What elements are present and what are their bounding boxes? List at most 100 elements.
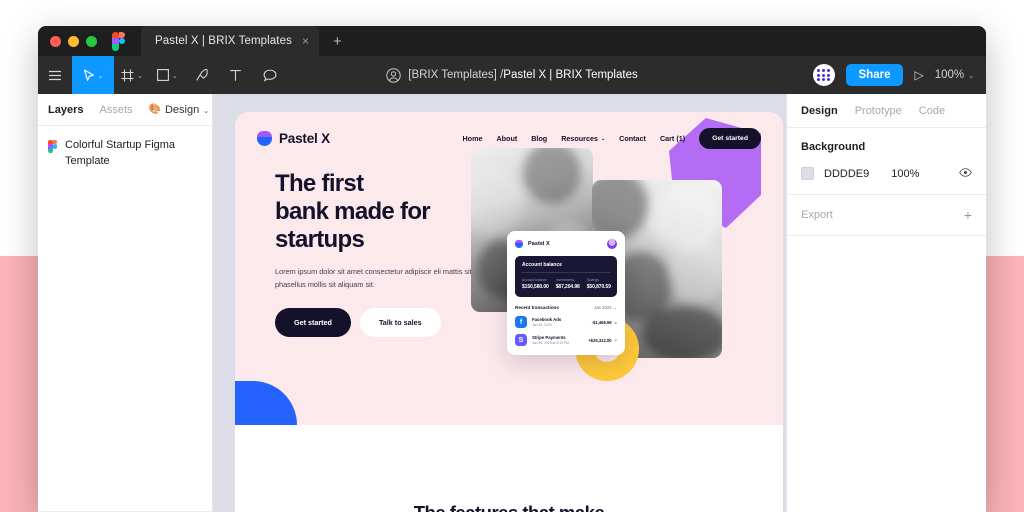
move-tool-button[interactable]: ⌄ — [72, 56, 114, 94]
design-file-selector[interactable]: 🎨 Design ⌄ — [149, 104, 210, 116]
shape-tool-button[interactable]: ⌄ — [150, 56, 185, 94]
decorative-pink-band-left — [0, 256, 38, 512]
close-window-button[interactable] — [50, 35, 61, 47]
blue-quarter-circle-shape — [235, 381, 297, 425]
present-button[interactable]: ▷ — [914, 68, 923, 82]
palette-icon: 🎨 — [148, 104, 161, 115]
tab-layers[interactable]: Layers — [48, 104, 83, 116]
stat-account-balance-value: $150,580.00 — [522, 284, 549, 290]
frame-tool-button[interactable]: ⌄ — [114, 56, 150, 94]
nav-link-resources-label: Resources — [561, 134, 598, 143]
nav-get-started-button[interactable]: Get started — [699, 128, 761, 149]
transactions-date-filter[interactable]: Jan 2023 ⌄ — [594, 305, 617, 310]
tab-assets[interactable]: Assets — [99, 104, 132, 116]
color-swatch[interactable] — [801, 167, 814, 180]
nav-link-home[interactable]: Home — [462, 134, 482, 143]
app-card-avatar[interactable] — [607, 239, 617, 249]
hamburger-icon — [49, 70, 61, 80]
close-tab-icon[interactable]: × — [302, 35, 309, 47]
transaction-row[interactable]: S Stripe Payments Jan 26, 2023 at 5:13 P… — [515, 334, 617, 346]
share-button[interactable]: Share — [845, 64, 904, 86]
site-nav-links: Home About Blog Resources ⌄ Contact Cart… — [462, 128, 761, 149]
nav-link-resources[interactable]: Resources ⌄ — [561, 134, 605, 143]
avatar[interactable] — [812, 64, 835, 86]
pastel-x-logo-icon — [257, 131, 272, 146]
transactions-date-filter-label: Jan 2023 — [594, 305, 612, 310]
background-section-title: Background — [801, 141, 866, 153]
move-tool-caret[interactable]: ⌄ — [98, 72, 104, 80]
account-balance-stats: Account balance $150,580.00 Investments … — [522, 278, 611, 290]
transaction-amount: +$25,312.00 — [588, 337, 612, 343]
toolbar-right-actions: Share ▷ 100% ⌄ — [812, 64, 987, 86]
visibility-toggle-icon — [959, 167, 972, 177]
traffic-lights — [50, 35, 97, 47]
nav-link-about[interactable]: About — [496, 134, 517, 143]
text-tool-button[interactable] — [219, 56, 253, 94]
nav-link-blog-label: Blog — [531, 134, 548, 143]
transaction-name: Facebook Ads — [532, 317, 562, 322]
transaction-amount-group: -$1,466.59 ↘ — [592, 320, 617, 325]
layer-item-label: Colorful Startup Figma Template — [65, 139, 176, 167]
tab-code[interactable]: Code — [919, 105, 945, 117]
rectangle-icon — [156, 69, 169, 81]
document-path-prefix: [BRIX Templates] / — [408, 69, 504, 81]
zoom-control[interactable]: 100% ⌄ — [935, 69, 974, 81]
figma-window: Pastel X | BRIX Templates × + ⌄ ⌄ ⌄ [BRI… — [38, 26, 986, 512]
transaction-row[interactable]: f Facebook Ads Jan 26, 2023 -$1,466.59 ↘ — [515, 316, 617, 328]
transaction-name: Stripe Payments — [532, 335, 566, 340]
pen-icon — [196, 68, 208, 81]
browser-tab-pastel-x[interactable]: Pastel X | BRIX Templates × — [141, 26, 319, 56]
transaction-info: Facebook Ads Jan 26, 2023 — [532, 317, 561, 327]
site-brand-label: Pastel X — [279, 131, 330, 146]
maximize-window-button[interactable] — [86, 35, 97, 47]
nav-link-cart[interactable]: Cart (1) — [660, 134, 685, 143]
app-card-logo-icon — [515, 240, 523, 248]
design-file-caret-icon: ⌄ — [203, 107, 210, 115]
minimize-window-button[interactable] — [68, 35, 79, 47]
hero-heading-line-2: bank made for — [275, 198, 431, 226]
layer-item[interactable]: Colorful Startup Figma Template — [38, 126, 212, 182]
hero-paragraph: Lorem ipsum dolor sit amet consectetur a… — [275, 267, 472, 289]
tab-prototype[interactable]: Prototype — [855, 105, 902, 117]
export-label: Export — [801, 209, 833, 221]
new-tab-button[interactable]: + — [333, 34, 342, 49]
site-brand[interactable]: Pastel X — [257, 131, 330, 146]
pen-tool-button[interactable] — [185, 56, 219, 94]
features-heading: The features that make — [414, 502, 605, 512]
zoom-caret-icon: ⌄ — [968, 73, 974, 80]
arrow-up-icon: ↗ — [613, 337, 617, 343]
nav-link-contact[interactable]: Contact — [619, 134, 646, 143]
shape-tool-caret[interactable]: ⌄ — [172, 72, 178, 80]
figma-toolbar: ⌄ ⌄ ⌄ [BRIX Templates] /Pastel X | BRIX … — [38, 56, 986, 94]
arrow-down-icon: ↘ — [613, 319, 617, 325]
screenshot-root: Pastel X | BRIX Templates × + ⌄ ⌄ ⌄ [BRI… — [0, 0, 1024, 512]
nav-link-about-label: About — [496, 134, 518, 143]
frame-tool-caret[interactable]: ⌄ — [137, 72, 143, 80]
comment-icon — [263, 69, 277, 82]
comment-tool-button[interactable] — [253, 56, 287, 94]
user-circle-icon — [386, 67, 401, 83]
figma-logo-icon — [112, 31, 125, 51]
canvas[interactable]: Pastel X Home About Blog Resources ⌄ Con… — [213, 94, 786, 512]
hero-heading: The first bank made for startups — [275, 170, 480, 254]
stat-investments-value: $87,204.98 — [555, 284, 580, 290]
tab-design[interactable]: Design — [801, 105, 838, 117]
site-navbar: Pastel X Home About Blog Resources ⌄ Con… — [235, 112, 783, 149]
transaction-amount: -$1,466.59 — [591, 319, 612, 325]
eye-icon[interactable] — [959, 167, 972, 180]
main-menu-button[interactable] — [38, 56, 72, 94]
add-export-button[interactable]: + — [964, 208, 972, 222]
document-name: Pastel X | BRIX Templates — [503, 69, 638, 81]
background-hex-value[interactable]: DDDDE9 — [824, 168, 869, 180]
layer-list-empty-area — [38, 182, 212, 512]
left-panel-tabs: Layers Assets 🎨 Design ⌄ — [38, 94, 212, 126]
hero-get-started-button[interactable]: Get started — [275, 307, 351, 337]
hero-talk-to-sales-button[interactable]: Talk to sales — [359, 307, 441, 337]
nav-link-blog[interactable]: Blog — [531, 134, 547, 143]
right-panel: Design Prototype Code Background DDDDE9 … — [786, 94, 986, 512]
stat-investments-label: Investments — [555, 278, 575, 282]
transaction-date: Jan 26, 2023 — [532, 323, 552, 327]
background-opacity-value[interactable]: 100% — [891, 168, 919, 180]
avatar-dots-icon — [817, 68, 830, 82]
facebook-icon: f — [515, 316, 527, 328]
